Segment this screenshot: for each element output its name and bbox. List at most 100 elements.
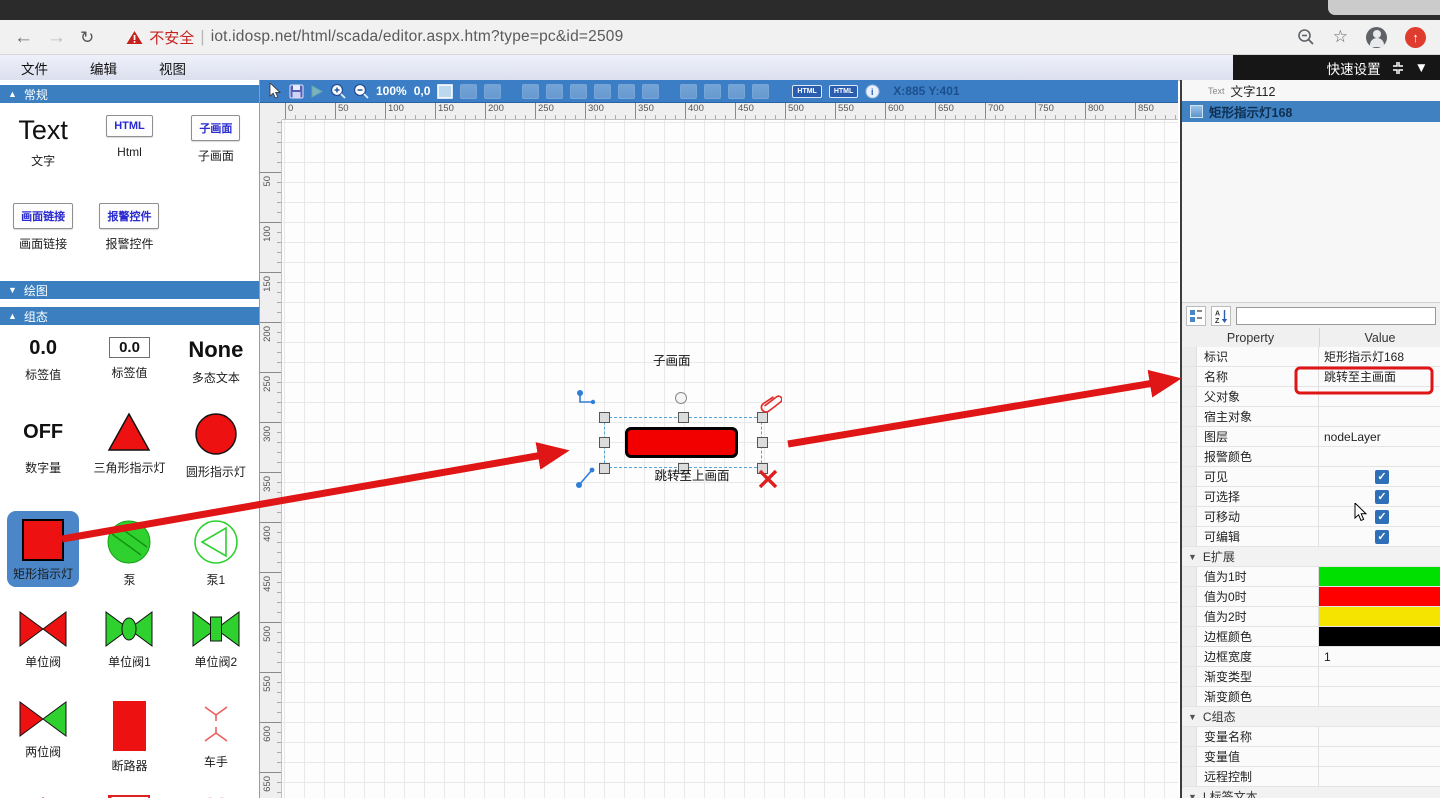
property-value[interactable] xyxy=(1319,667,1440,686)
property-value[interactable]: 1 xyxy=(1319,647,1440,666)
property-value[interactable] xyxy=(1319,407,1440,426)
color-swatch[interactable] xyxy=(1319,627,1440,646)
property-row[interactable]: 标识矩形指示灯168 xyxy=(1182,347,1440,367)
property-value[interactable] xyxy=(1319,447,1440,466)
property-value[interactable]: nodeLayer xyxy=(1319,427,1440,446)
color-swatch[interactable] xyxy=(1319,607,1440,626)
palette-item-circle-indicator[interactable]: 圆形指示灯 xyxy=(186,399,246,507)
property-value[interactable]: ✓ xyxy=(1319,487,1440,506)
palette-item-label-value-boxed[interactable]: 0.0 标签值 xyxy=(109,325,150,399)
property-value[interactable]: ✓ xyxy=(1319,527,1440,546)
color-swatch[interactable] xyxy=(1319,567,1440,586)
property-row[interactable]: 报警颜色 xyxy=(1182,447,1440,467)
property-row[interactable]: 图层nodeLayer xyxy=(1182,427,1440,447)
property-row[interactable]: 渐变类型 xyxy=(1182,667,1440,687)
attach-paperclip-icon[interactable] xyxy=(760,390,782,416)
browser-tab[interactable] xyxy=(1328,0,1440,15)
property-value[interactable] xyxy=(1319,627,1440,646)
palette-item-unit-valve2[interactable]: 单位阀2 xyxy=(192,599,240,689)
property-row[interactable]: 父对象 xyxy=(1182,387,1440,407)
resize-handle-n[interactable] xyxy=(678,412,689,423)
url-text[interactable]: iot.idosp.net/html/scada/editor.aspx.htm… xyxy=(211,28,624,46)
palette-item-text[interactable]: Text 文字 xyxy=(18,103,68,191)
palette-item-alarm-control[interactable]: 报警控件 报警控件 xyxy=(99,191,159,274)
property-filter-input[interactable] xyxy=(1236,307,1436,325)
section-header-configuration[interactable]: ▲ 组态 xyxy=(0,307,259,325)
color-swatch[interactable] xyxy=(1319,587,1440,606)
delete-x-icon[interactable] xyxy=(757,468,779,490)
palette-item-screen-link[interactable]: 画面链接 画面链接 xyxy=(13,191,73,274)
property-row[interactable]: 渐变颜色 xyxy=(1182,687,1440,707)
canvas-size-icon[interactable] xyxy=(437,84,453,99)
property-row[interactable]: 远程控制 xyxy=(1182,767,1440,787)
property-value[interactable] xyxy=(1319,567,1440,586)
info-icon[interactable]: i xyxy=(865,84,880,99)
property-value[interactable] xyxy=(1319,767,1440,786)
palette-item-label-value[interactable]: 0.0 标签值 xyxy=(25,325,61,399)
palette-item-html[interactable]: HTML Html xyxy=(106,103,153,191)
property-group-row[interactable]: ▼L标签文本 xyxy=(1182,787,1440,798)
property-value[interactable]: 跳转至主画面 xyxy=(1319,367,1440,386)
palette-item-two-position-valve[interactable]: 两位阀 xyxy=(19,689,67,781)
palette-item-breaker[interactable]: 断路器 xyxy=(111,689,147,781)
palette-item-knife-switch[interactable]: 刀闸 xyxy=(31,781,55,798)
palette-item-handcart[interactable]: 车手 xyxy=(196,689,236,781)
design-canvas[interactable]: 子画面 跳转至上画面 xyxy=(282,120,1178,798)
property-value[interactable] xyxy=(1319,587,1440,606)
select-cursor-icon[interactable] xyxy=(268,83,282,99)
reload-icon[interactable]: ↻ xyxy=(80,29,94,46)
palette-item-unit-valve[interactable]: 单位阀 xyxy=(19,599,67,689)
sort-alphabetical-icon[interactable]: AZ xyxy=(1211,306,1231,326)
property-row[interactable]: 可见✓ xyxy=(1182,467,1440,487)
palette-item-pump[interactable]: 泵 xyxy=(106,507,152,599)
resize-handle-e[interactable] xyxy=(757,437,768,448)
property-row[interactable]: 可移动✓ xyxy=(1182,507,1440,527)
property-value[interactable] xyxy=(1319,687,1440,706)
property-row[interactable]: 变量值 xyxy=(1182,747,1440,767)
menu-edit[interactable]: 编辑 xyxy=(69,58,138,78)
checkbox[interactable]: ✓ xyxy=(1375,530,1389,544)
palette-item-inverter[interactable]: AC DC 逆变器 xyxy=(106,781,152,798)
zoom-in-icon[interactable] xyxy=(330,83,346,99)
menu-file[interactable]: 文件 xyxy=(0,58,69,78)
paste-icon[interactable] xyxy=(460,84,477,99)
connector-line-icon[interactable] xyxy=(574,466,598,490)
resize-handle-sw[interactable] xyxy=(599,463,610,474)
palette-item-triangle-indicator[interactable]: 三角形指示灯 xyxy=(93,399,165,507)
back-icon[interactable]: ← xyxy=(14,28,33,47)
distribute-vertical-icon[interactable] xyxy=(752,84,769,99)
property-row[interactable]: 可选择✓ xyxy=(1182,487,1440,507)
property-value[interactable] xyxy=(1319,387,1440,406)
address-bar[interactable]: 不安全 | iot.idosp.net/html/scada/editor.as… xyxy=(126,27,623,48)
palette-item-subscreen[interactable]: 子画面 子画面 xyxy=(191,103,240,191)
extension-icon[interactable]: ↑ xyxy=(1405,27,1426,48)
palette-item-unit-valve1[interactable]: 单位阀1 xyxy=(105,599,153,689)
checkbox[interactable]: ✓ xyxy=(1375,490,1389,504)
property-value[interactable] xyxy=(1319,607,1440,626)
property-row[interactable]: 名称跳转至主画面 xyxy=(1182,367,1440,387)
property-row[interactable]: 值为1时 xyxy=(1182,567,1440,587)
palette-item-digital[interactable]: OFF 数字量 xyxy=(23,399,63,507)
rotate-icon[interactable] xyxy=(484,84,501,99)
property-row[interactable]: 边框宽度1 xyxy=(1182,647,1440,667)
profile-avatar-icon[interactable] xyxy=(1366,27,1387,48)
palette-item-pt[interactable]: PT xyxy=(191,781,241,798)
tree-item-text112[interactable]: Text 文字112 xyxy=(1182,80,1440,101)
same-height-icon[interactable] xyxy=(704,84,721,99)
subscreen-element[interactable]: 子画面 xyxy=(653,350,691,369)
property-row[interactable]: 边框颜色 xyxy=(1182,627,1440,647)
palette-item-multistate-text[interactable]: None 多态文本 xyxy=(188,325,243,399)
zoom-out-icon[interactable] xyxy=(353,83,369,99)
property-row[interactable]: 宿主对象 xyxy=(1182,407,1440,427)
menu-view[interactable]: 视图 xyxy=(138,58,207,78)
categorized-view-icon[interactable] xyxy=(1186,306,1206,326)
resize-handle-nw[interactable] xyxy=(599,412,610,423)
bookmark-star-icon[interactable]: ☆ xyxy=(1333,27,1348,47)
html-preview-icon[interactable]: HTML xyxy=(829,85,858,98)
palette-item-pump1[interactable]: 泵1 xyxy=(193,507,239,599)
property-row[interactable]: 可编辑✓ xyxy=(1182,527,1440,547)
property-row[interactable]: 变量名称 xyxy=(1182,727,1440,747)
checkbox[interactable]: ✓ xyxy=(1375,470,1389,484)
section-header-drawing[interactable]: ▼ 绘图 xyxy=(0,281,259,299)
property-row[interactable]: 值为0时 xyxy=(1182,587,1440,607)
